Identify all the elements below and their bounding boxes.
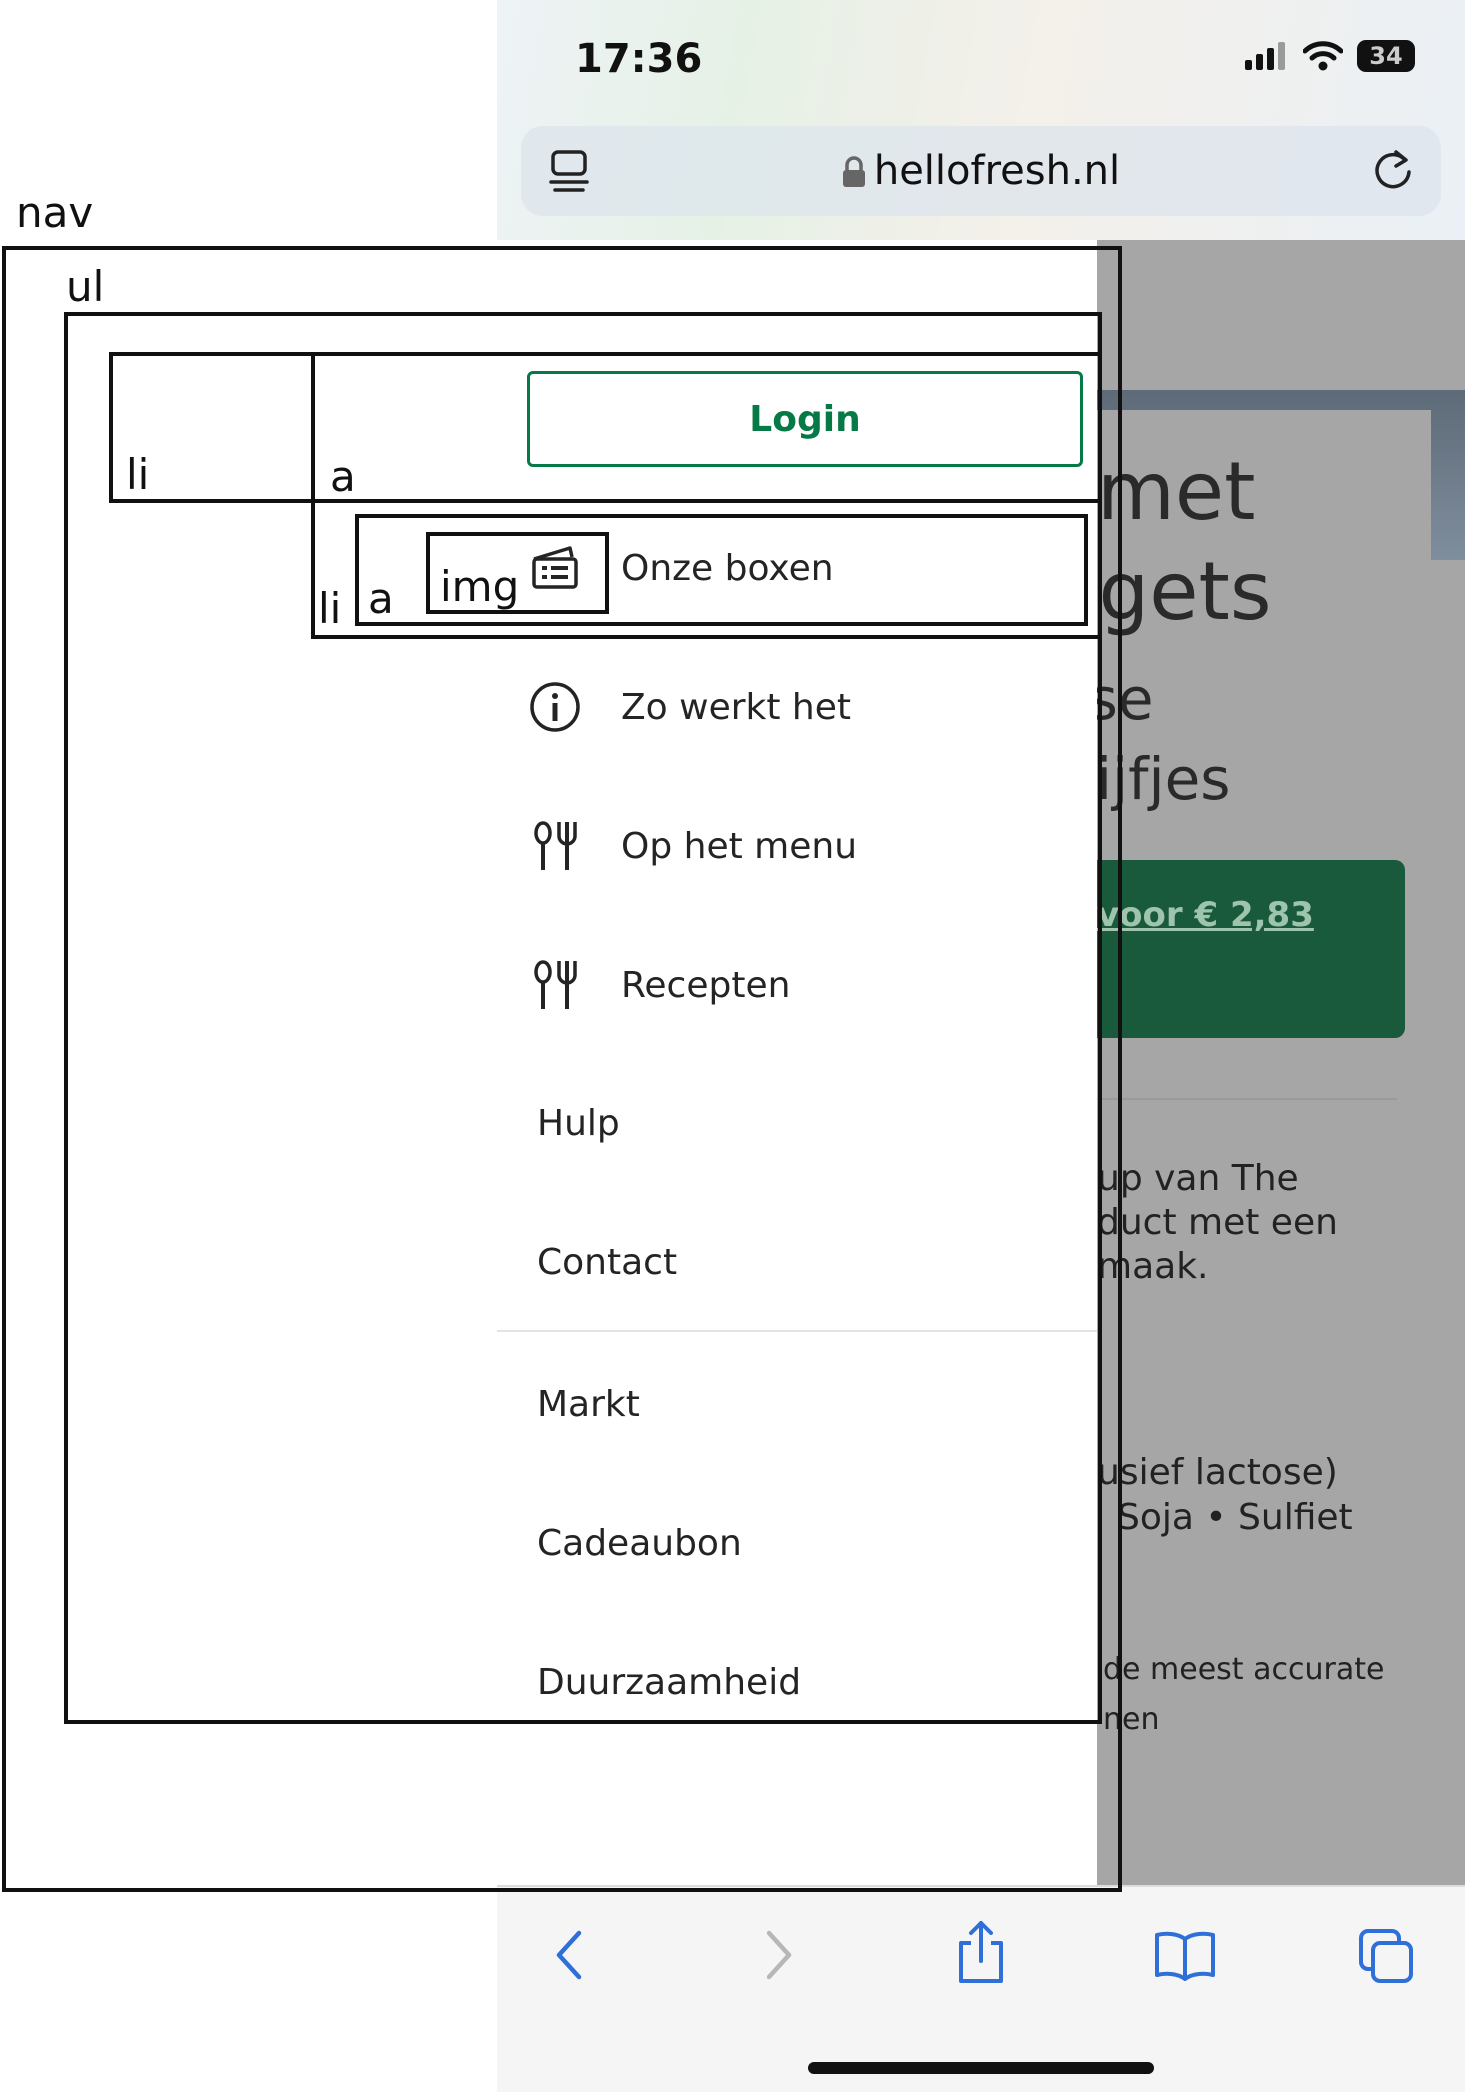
bg-cta-text: voor € 2,83 bbox=[1097, 895, 1314, 935]
a-annotation-box-1 bbox=[311, 352, 1102, 503]
li-annotation-label-1: li bbox=[126, 450, 150, 499]
lock-icon bbox=[842, 156, 865, 187]
bg-allergen-line-1: usief lactose) bbox=[1097, 1452, 1338, 1493]
url-bar[interactable]: hellofresh.nl bbox=[521, 126, 1441, 216]
bookmarks-icon[interactable] bbox=[1153, 1929, 1217, 1981]
back-icon[interactable] bbox=[549, 1925, 589, 1985]
li-annotation-label-2: li bbox=[318, 584, 342, 633]
bg-allergen-line-2: Soja • Sulfiet bbox=[1117, 1497, 1353, 1538]
url-text[interactable]: hellofresh.nl bbox=[521, 148, 1441, 194]
nav-annotation-label: nav bbox=[16, 188, 94, 237]
forward-icon[interactable] bbox=[759, 1925, 799, 1985]
status-bar: 17:36 34 hellofresh.nl bbox=[497, 0, 1465, 240]
status-time: 17:36 bbox=[575, 36, 703, 82]
home-indicator bbox=[808, 2062, 1154, 2074]
bg-disclaimer-line-1: de meest accurate bbox=[1103, 1652, 1385, 1687]
url-label: hellofresh.nl bbox=[873, 148, 1121, 194]
bg-desc-line-2: duct met een bbox=[1097, 1202, 1338, 1243]
battery-icon: 34 bbox=[1357, 40, 1415, 72]
share-icon[interactable] bbox=[955, 1919, 1007, 1985]
status-icons: 34 bbox=[1245, 40, 1415, 72]
reload-icon[interactable] bbox=[1369, 146, 1417, 194]
img-annotation-label: img bbox=[440, 562, 520, 611]
a-annotation-label-2: a bbox=[368, 574, 394, 623]
browser-toolbar bbox=[497, 1885, 1465, 2092]
wifi-icon bbox=[1303, 41, 1343, 71]
tabs-icon[interactable] bbox=[1357, 1927, 1415, 1985]
ul-annotation-label: ul bbox=[66, 262, 105, 311]
signal-icon bbox=[1245, 42, 1285, 70]
bg-desc-line-1: up van The bbox=[1097, 1158, 1299, 1199]
a-annotation-label-1: a bbox=[330, 452, 356, 501]
